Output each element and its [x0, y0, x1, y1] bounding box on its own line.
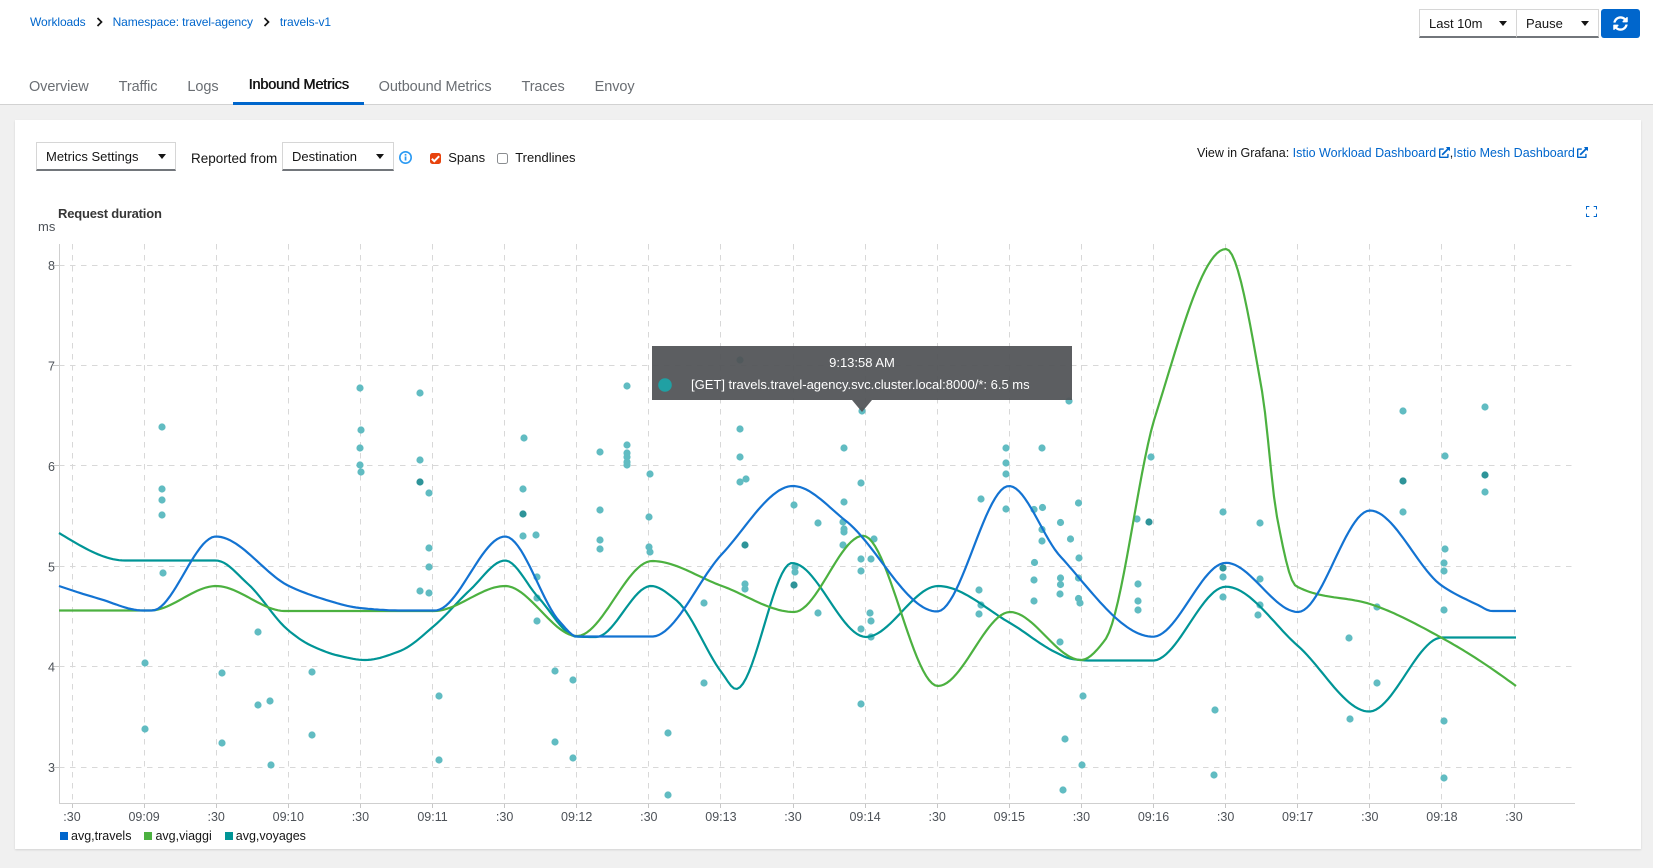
svg-text:09:13: 09:13 — [705, 810, 736, 824]
svg-text:09:15: 09:15 — [994, 810, 1025, 824]
svg-text::30: :30 — [1217, 810, 1234, 824]
svg-text:6: 6 — [48, 460, 55, 474]
svg-text::30: :30 — [352, 810, 369, 824]
svg-text:8: 8 — [48, 259, 55, 273]
svg-text:09:16: 09:16 — [1138, 810, 1169, 824]
svg-text::30: :30 — [784, 810, 801, 824]
svg-text:09:10: 09:10 — [273, 810, 304, 824]
svg-text:09:18: 09:18 — [1426, 810, 1457, 824]
svg-text::30: :30 — [496, 810, 513, 824]
svg-text:5: 5 — [48, 560, 55, 574]
svg-text:09:09: 09:09 — [128, 810, 159, 824]
svg-text:09:17: 09:17 — [1282, 810, 1313, 824]
svg-text:09:14: 09:14 — [849, 810, 880, 824]
svg-text::30: :30 — [1361, 810, 1378, 824]
svg-text::30: :30 — [63, 810, 80, 824]
svg-text:3: 3 — [48, 761, 55, 775]
svg-text:09:11: 09:11 — [417, 810, 447, 824]
svg-text::30: :30 — [1505, 810, 1522, 824]
svg-text::30: :30 — [208, 810, 225, 824]
svg-text:7: 7 — [48, 360, 55, 374]
svg-text::30: :30 — [640, 810, 657, 824]
svg-text::30: :30 — [1073, 810, 1090, 824]
svg-text:09:12: 09:12 — [561, 810, 592, 824]
svg-text::30: :30 — [929, 810, 946, 824]
svg-text:4: 4 — [48, 661, 55, 675]
